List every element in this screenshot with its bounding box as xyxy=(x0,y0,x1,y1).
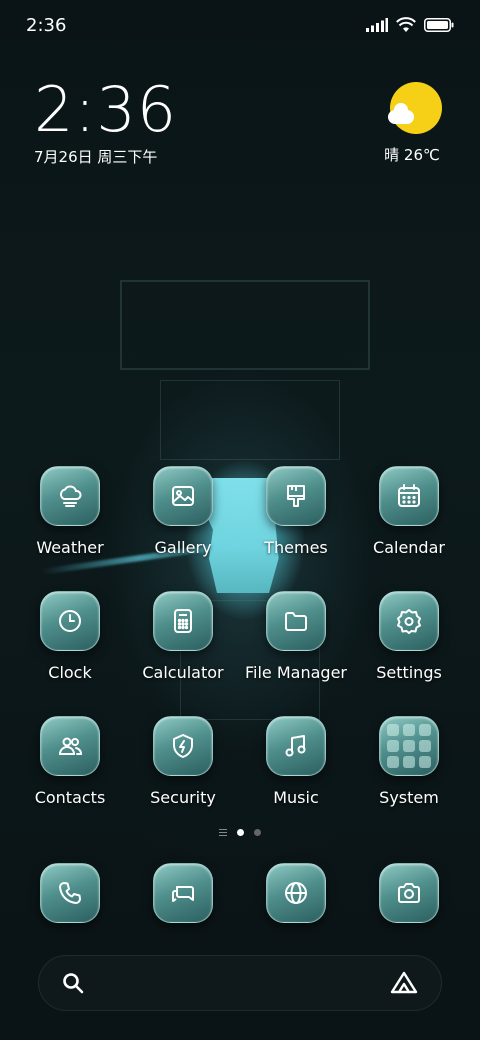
signal-icon xyxy=(366,18,388,32)
wallpaper-frame xyxy=(120,280,370,370)
folder-icon xyxy=(285,612,307,631)
calendar-app-icon xyxy=(379,466,439,526)
gear-icon xyxy=(397,609,421,634)
dock-browser[interactable] xyxy=(240,863,352,923)
battery-icon xyxy=(424,18,454,32)
contacts-icon xyxy=(58,737,83,755)
cloud-icon xyxy=(59,485,82,507)
themes-app-icon xyxy=(266,466,326,526)
phone-app-icon xyxy=(40,863,100,923)
page-indicator xyxy=(0,829,480,836)
search-bar[interactable] xyxy=(38,955,442,1011)
app-settings[interactable]: Settings xyxy=(353,591,465,682)
app-label: Gallery xyxy=(154,538,212,557)
search-icon[interactable] xyxy=(61,971,85,995)
clock-icon xyxy=(59,610,81,632)
status-bar: 2:36 xyxy=(0,0,480,50)
app-label: Calendar xyxy=(373,538,445,557)
phone-icon xyxy=(59,882,81,904)
app-label: Weather xyxy=(36,538,104,557)
image-icon xyxy=(172,486,194,506)
file-manager-app-icon xyxy=(266,591,326,651)
app-music[interactable]: Music xyxy=(240,716,352,807)
dock-messages[interactable] xyxy=(127,863,239,923)
wallpaper-frame xyxy=(160,380,340,460)
app-system-folder[interactable]: System xyxy=(353,716,465,807)
camera-icon xyxy=(398,883,420,903)
messages-app-icon xyxy=(153,863,213,923)
wifi-icon xyxy=(396,17,416,32)
app-label: Themes xyxy=(264,538,328,557)
app-gallery[interactable]: Gallery xyxy=(127,466,239,557)
app-label: System xyxy=(379,788,439,807)
app-calculator[interactable]: Calculator xyxy=(127,591,239,682)
calendar-icon xyxy=(398,484,420,507)
contacts-app-icon xyxy=(40,716,100,776)
page-dot[interactable] xyxy=(254,829,261,836)
dock-camera[interactable] xyxy=(353,863,465,923)
gallery-app-icon xyxy=(153,466,213,526)
sun-cloud-icon xyxy=(388,82,442,134)
app-file-manager[interactable]: File Manager xyxy=(240,591,352,682)
page-dot-active[interactable] xyxy=(237,829,244,836)
app-weather[interactable]: Weather xyxy=(14,466,126,557)
status-time: 2:36 xyxy=(26,14,67,36)
shield-icon xyxy=(173,734,193,758)
clock-app-icon xyxy=(40,591,100,651)
weather-app-icon xyxy=(40,466,100,526)
assistant-icon[interactable] xyxy=(389,970,419,996)
menu-lines-icon[interactable] xyxy=(219,829,227,836)
weather-widget[interactable]: 晴 26℃ xyxy=(384,82,444,165)
app-label: Clock xyxy=(48,663,92,682)
security-app-icon xyxy=(153,716,213,776)
settings-app-icon xyxy=(379,591,439,651)
app-themes[interactable]: Themes xyxy=(240,466,352,557)
clock-widget[interactable]: 2:36 7月26日 周三下午 xyxy=(34,78,177,167)
app-label: File Manager xyxy=(245,663,347,682)
app-label: Contacts xyxy=(34,788,106,807)
app-clock[interactable]: Clock xyxy=(14,591,126,682)
browser-app-icon xyxy=(266,863,326,923)
folder-grid-icon xyxy=(379,716,439,776)
calculator-icon xyxy=(174,609,192,633)
widget-time: 2:36 xyxy=(34,73,178,146)
calculator-app-icon xyxy=(153,591,213,651)
dock-phone[interactable] xyxy=(14,863,126,923)
message-icon xyxy=(172,886,194,902)
music-icon xyxy=(285,735,306,757)
camera-app-icon xyxy=(379,863,439,923)
app-label: Security xyxy=(150,788,216,807)
music-app-icon xyxy=(266,716,326,776)
app-calendar[interactable]: Calendar xyxy=(353,466,465,557)
widget-date: 7月26日 周三下午 xyxy=(34,148,158,166)
weather-text: 晴 26℃ xyxy=(384,146,440,164)
status-icons xyxy=(366,17,454,33)
app-contacts[interactable]: Contacts xyxy=(14,716,126,807)
brush-icon xyxy=(287,485,305,507)
app-security[interactable]: Security xyxy=(127,716,239,807)
app-label: Music xyxy=(273,788,319,807)
app-label: Settings xyxy=(376,663,442,682)
globe-icon xyxy=(285,882,307,904)
app-label: Calculator xyxy=(142,663,224,682)
